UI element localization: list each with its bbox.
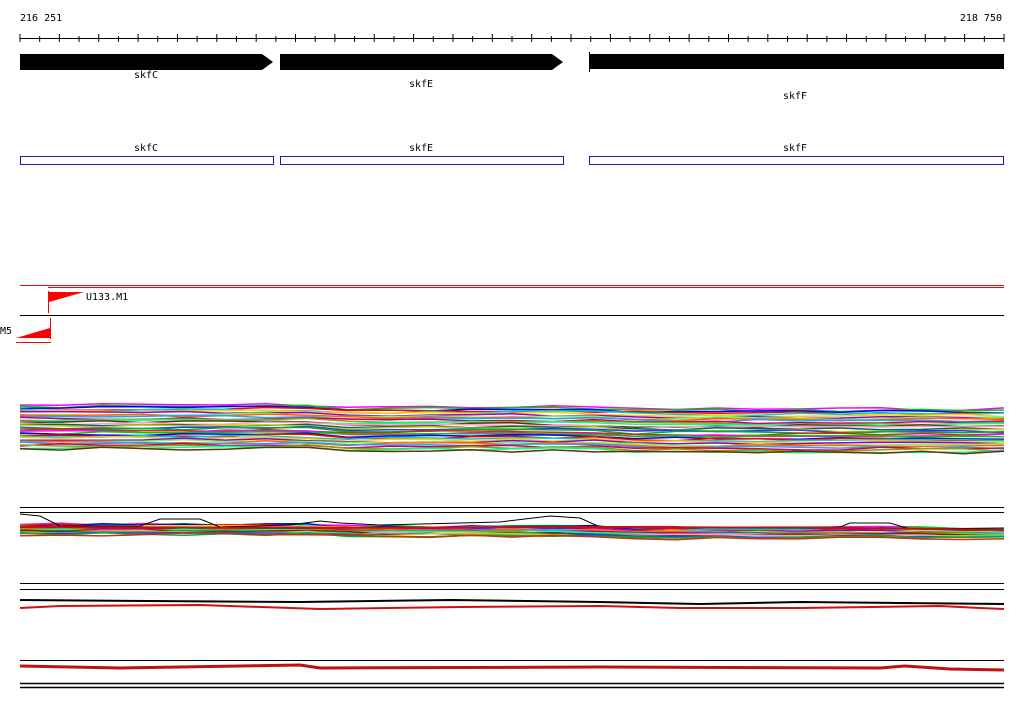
genome-browser-canvas xyxy=(16,34,1005,689)
coverage-track-2 xyxy=(19,513,1005,541)
feature-label-u133m1: U133.M1 xyxy=(86,292,129,303)
cds-label-skfF: skfF xyxy=(782,143,808,154)
feature-track xyxy=(16,285,1004,343)
gene-label-skfF: skfF xyxy=(782,91,808,102)
feature-marker-m5[interactable] xyxy=(16,328,50,338)
cds-label-skfC: skfC xyxy=(133,143,159,154)
gene-bar-skfF[interactable] xyxy=(590,54,1004,69)
cds-box-skfF[interactable] xyxy=(589,156,1004,165)
cds-box-skfC[interactable] xyxy=(20,156,274,165)
cds-label-skfE: skfE xyxy=(408,143,434,154)
gene-arrow-skfC[interactable] xyxy=(20,54,273,70)
gene-label-skfC: skfC xyxy=(133,70,159,81)
feature-marker-u133m1[interactable] xyxy=(49,292,84,302)
cds-box-skfE[interactable] xyxy=(280,156,564,165)
coverage-track-1 xyxy=(19,402,1005,455)
gene-track xyxy=(20,52,1004,72)
feature-label-m5: M5 xyxy=(0,326,13,337)
gene-label-skfE: skfE xyxy=(408,79,434,90)
gene-arrow-skfE[interactable] xyxy=(280,54,563,70)
ruler-axis xyxy=(19,34,1005,42)
